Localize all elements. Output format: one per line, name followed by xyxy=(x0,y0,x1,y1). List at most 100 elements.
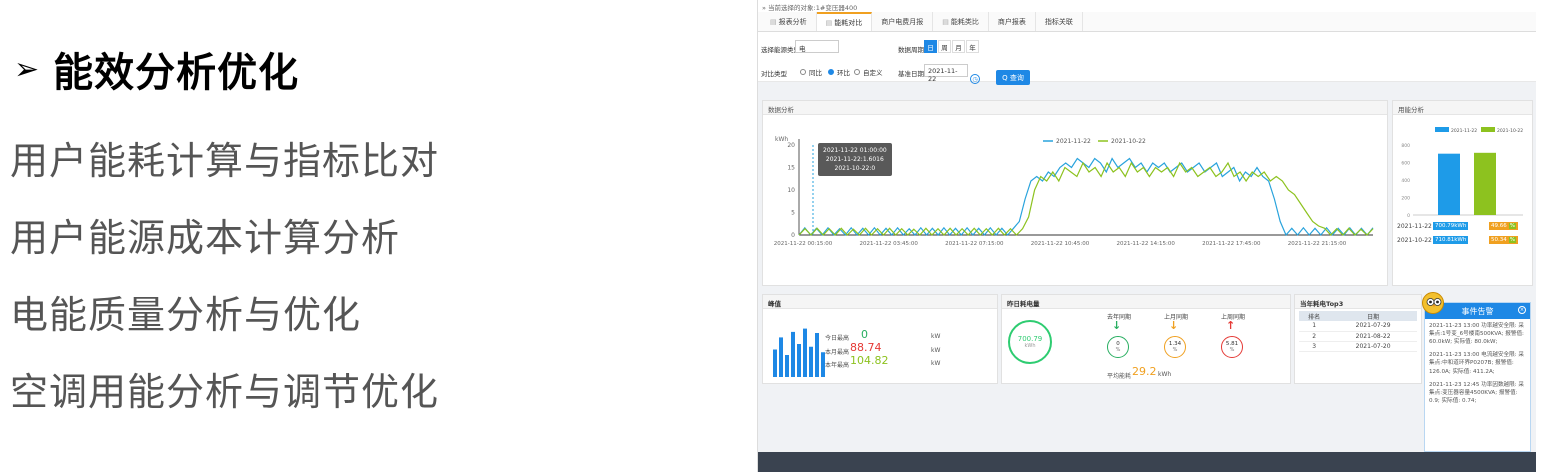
arrow-up-icon: ↑ xyxy=(1226,319,1236,332)
period-week[interactable]: 周 xyxy=(938,40,951,53)
legend-swatch xyxy=(1481,127,1495,132)
base-date-input[interactable]: 2021-11-22 xyxy=(924,64,968,83)
peak-bar-5 xyxy=(803,328,807,377)
energy-type-select[interactable]: 电 xyxy=(795,40,839,53)
base-date-label: 基准日期 xyxy=(898,70,924,78)
breadcrumb: » 当前选择的对象:1#变压器400 xyxy=(758,0,1536,12)
tab-label: 商户电费月报 xyxy=(881,17,924,26)
peak-today-label: 今日最高 xyxy=(825,335,850,342)
alarm-list: 2021-11-23 13:00 功率越安全限: 采集点:1号变_6号楼南500… xyxy=(1425,319,1530,413)
tab-label: 报表分析 xyxy=(778,17,807,26)
radio-yoy[interactable]: 同比 xyxy=(800,67,822,77)
tab-label: 指标关联 xyxy=(1044,17,1073,26)
usage-bar-chart: 0 200 400 600 800 2021-11-22 2021-10-22 xyxy=(1401,127,1523,219)
legend-label: 2021-11-22 xyxy=(1451,128,1477,134)
y-tick-label: 400 xyxy=(1401,178,1410,184)
tab-0[interactable]: ▤ 报表分析 xyxy=(761,12,817,31)
table-icon: ▤ xyxy=(770,17,777,26)
bullet-item: 电能质量分析与优化 xyxy=(10,293,362,337)
usage-bar-0 xyxy=(1438,153,1460,215)
tab-1[interactable]: ▤ 能耗对比 xyxy=(816,12,873,31)
bullet-item: 用户能耗计算与指标比对 xyxy=(10,139,440,183)
peak-today-value: 0 xyxy=(861,328,868,341)
alarm-event: 2021-11-23 13:00 电流越安全限: 采集点:中和道环界P0207B… xyxy=(1429,352,1525,375)
chart-icon: ▤ xyxy=(942,17,949,26)
period-month[interactable]: 月 xyxy=(952,40,965,53)
y-tick-label: 10 xyxy=(787,187,795,194)
yesterday-panel: 昨日耗电量 700.79 kWh 去年同期 ↓ 0% 上月同期 ↓ 1.34% 上周同期 ↑ 5… xyxy=(1001,294,1291,384)
legend-label: 2021-11-22 xyxy=(1056,138,1091,145)
y-tick-label: 15 xyxy=(787,165,795,172)
table-cell: 2021-07-20 xyxy=(1329,341,1417,352)
x-tick-label: 2021-11-22 14:15:00 xyxy=(1116,241,1175,247)
y-tick-label: 600 xyxy=(1401,161,1410,167)
consumption-line-chart: kWh051015202021-11-22 00:15:00 2021-11-22… xyxy=(774,136,1374,247)
compare-gauge: 0% xyxy=(1107,336,1129,358)
usage-bar-1 xyxy=(1474,152,1496,215)
radio-mom[interactable]: 环比 xyxy=(828,67,850,77)
period-day[interactable]: 日 xyxy=(924,40,937,53)
peak-panel: 峰值 今日最高 0 kW 本月最高 88.74 kW 本年最高 104.82 k… xyxy=(762,294,998,384)
usage-row-date: 2021-10-22 xyxy=(1397,237,1432,244)
x-tick-label: 2021-11-22 00:15:00 xyxy=(774,241,833,247)
peak-month-unit: kW xyxy=(931,347,941,354)
chart-tooltip: 2021-11-22 01:00:00 2021-11-22:1.6016 20… xyxy=(818,143,892,176)
table-header: 排名 xyxy=(1299,311,1330,321)
panel-title: 峰值 xyxy=(763,295,997,309)
compare-gauge: 1.34% xyxy=(1164,336,1186,358)
arrow-bullet-icon: ➢ xyxy=(14,51,40,87)
yesterday-total-gauge: 700.79 kWh xyxy=(1008,320,1052,364)
table-row: 2 2021-08-22 xyxy=(1299,331,1417,342)
usage-analysis-panel: 用能分析 0 200 400 600 800 2021-11-22 2021-10-22 2… xyxy=(1392,100,1533,286)
table-cell: 2 xyxy=(1299,331,1330,342)
arrow-down-icon: ↓ xyxy=(1112,319,1122,332)
calendar-icon[interactable]: ◷ xyxy=(970,74,980,84)
table-row: 1 2021-07-29 xyxy=(1299,321,1417,332)
peak-bar-4 xyxy=(797,344,801,377)
period-selector: 日 周 月 年 xyxy=(924,40,980,53)
arrow-down-icon: ↓ xyxy=(1169,319,1179,332)
usage-row-date: 2021-11-22 xyxy=(1397,223,1432,230)
period-label: 数据周期 xyxy=(898,46,924,54)
period-year[interactable]: 年 xyxy=(966,40,979,53)
peak-bar-1 xyxy=(779,337,783,377)
alarm-event: 2021-11-23 12:45 功率因数越限: 采集点:变压器容量4500KV… xyxy=(1429,381,1525,404)
query-button[interactable]: Q 查询 xyxy=(996,70,1030,85)
top3-table: 排名 日期 1 2021-07-29 2 2021-08-22 3 2021-07-20 xyxy=(1299,311,1417,352)
radio-custom[interactable]: 自定义 xyxy=(854,67,883,77)
top3-panel: 当年耗电Top3 排名 日期 1 2021-07-29 2 2021-08-22 3 20… xyxy=(1294,294,1422,384)
avg-label: 平均能耗 xyxy=(1107,373,1132,380)
tab-label: 能耗对比 xyxy=(834,18,863,27)
slide-title: 能效分析优化 xyxy=(53,50,300,96)
tab-4[interactable]: 商户报表 xyxy=(989,12,1036,31)
legend-label: 2021-10-22 xyxy=(1111,138,1146,145)
peak-today-unit: kW xyxy=(931,333,941,340)
peak-year-unit: kW xyxy=(931,360,941,367)
avg-unit: kWh xyxy=(1158,371,1172,378)
y-tick-label: 0 xyxy=(791,232,795,239)
tab-3[interactable]: ▤ 能耗类比 xyxy=(933,12,989,31)
tab-2[interactable]: 商户电费月报 xyxy=(872,12,934,31)
usage-row-value: 700.79kWh xyxy=(1433,222,1469,230)
x-tick-label: 2021-11-22 21:15:00 xyxy=(1288,241,1347,247)
x-tick-label: 2021-11-22 10:45:00 xyxy=(1031,241,1090,247)
close-icon[interactable]: × xyxy=(1518,306,1526,314)
data-analysis-panel: 数据分析 kWh 0 5 10 15 20 2021-11-22 00:15:00 2021-… xyxy=(762,100,1388,286)
alarm-title: 事件告警 xyxy=(1461,306,1494,316)
legend-label: 2021-10-22 xyxy=(1497,128,1523,134)
tab-label: 能耗类比 xyxy=(950,17,979,26)
x-tick-label: 2021-11-22 03:45:00 xyxy=(859,241,918,247)
x-tick-label: 2021-11-22 07:15:00 xyxy=(945,241,1004,247)
panel-title: 用能分析 xyxy=(1393,101,1532,115)
table-cell: 2021-07-29 xyxy=(1329,321,1417,332)
panel-title: 当年耗电Top3 xyxy=(1295,295,1421,309)
tab-5[interactable]: 指标关联 xyxy=(1036,12,1083,31)
slide-heading: ➢ 能效分析优化 xyxy=(14,40,299,98)
legend-swatch xyxy=(1435,127,1449,132)
table-row: 3 2021-07-20 xyxy=(1299,341,1417,352)
usage-row-pct: 49.66% xyxy=(1489,222,1518,230)
usage-row-pct: 50.34% xyxy=(1489,236,1518,244)
table-header: 日期 xyxy=(1329,311,1417,321)
usage-row-value: 710.81kWh xyxy=(1433,236,1469,244)
peak-month-label: 本月最高 xyxy=(825,349,850,356)
